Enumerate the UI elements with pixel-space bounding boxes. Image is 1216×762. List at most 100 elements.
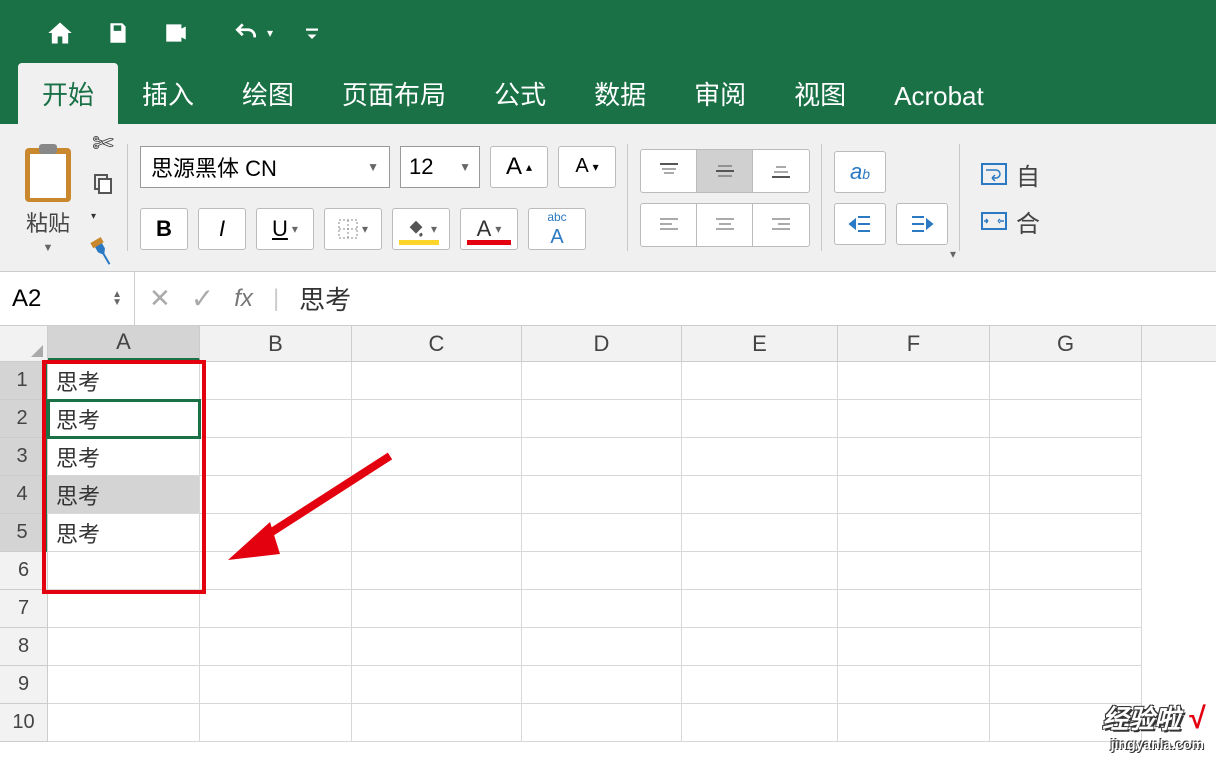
phonetic-button[interactable]: abc A (528, 208, 586, 250)
format-painter-icon[interactable] (84, 233, 122, 272)
undo-icon[interactable]: ▾ (229, 20, 273, 46)
cell-grid[interactable]: 思考 思考 思考 思考 思考 (48, 362, 1216, 742)
cell[interactable] (682, 362, 838, 400)
cell[interactable] (838, 438, 990, 476)
cell[interactable] (352, 362, 522, 400)
row-header-3[interactable]: 3 (0, 438, 47, 476)
cell[interactable] (200, 590, 352, 628)
merge-cells-button[interactable]: 合 (980, 204, 1040, 239)
row-header-9[interactable]: 9 (0, 666, 47, 704)
increase-font-button[interactable]: A▴ (490, 146, 548, 188)
tab-insert[interactable]: 插入 (118, 63, 218, 124)
col-header-D[interactable]: D (522, 326, 682, 361)
font-color-button[interactable]: A▾ (460, 208, 518, 250)
copy-icon[interactable]: ▾ (91, 171, 115, 226)
cell[interactable] (48, 628, 200, 666)
cell[interactable] (838, 514, 990, 552)
cut-icon[interactable]: ✄ (92, 128, 114, 159)
cell-A4[interactable]: 思考 (48, 476, 200, 514)
home-icon[interactable] (45, 19, 75, 47)
cell[interactable] (200, 438, 352, 476)
col-header-B[interactable]: B (200, 326, 352, 361)
align-bottom-button[interactable] (753, 150, 809, 192)
edit-icon[interactable] (161, 20, 191, 46)
col-header-C[interactable]: C (352, 326, 522, 361)
cell[interactable] (838, 400, 990, 438)
align-top-button[interactable] (641, 150, 697, 192)
align-left-button[interactable] (641, 204, 697, 246)
cell[interactable] (352, 552, 522, 590)
tab-draw[interactable]: 绘图 (218, 63, 318, 124)
cell[interactable] (352, 590, 522, 628)
cell[interactable] (48, 552, 200, 590)
underline-button[interactable]: U▾ (256, 208, 314, 250)
cell[interactable] (522, 552, 682, 590)
cell[interactable] (352, 704, 522, 742)
cell[interactable] (682, 514, 838, 552)
cell[interactable] (522, 476, 682, 514)
cell[interactable] (990, 438, 1142, 476)
font-size-select[interactable]: 12 ▼ (400, 146, 480, 188)
row-header-2[interactable]: 2 (0, 400, 47, 438)
row-header-6[interactable]: 6 (0, 552, 47, 590)
cell[interactable] (48, 590, 200, 628)
cell[interactable] (990, 476, 1142, 514)
tab-home[interactable]: 开始 (18, 63, 118, 124)
orientation-button[interactable]: ab ▾ (834, 151, 886, 193)
cell[interactable] (682, 628, 838, 666)
cell[interactable] (682, 666, 838, 704)
cell[interactable] (682, 476, 838, 514)
cell[interactable] (200, 362, 352, 400)
cell[interactable] (352, 514, 522, 552)
customize-qat-icon[interactable] (303, 24, 321, 42)
cell[interactable] (838, 666, 990, 704)
cell[interactable] (990, 400, 1142, 438)
cell[interactable] (352, 476, 522, 514)
col-header-F[interactable]: F (838, 326, 990, 361)
align-right-button[interactable] (753, 204, 809, 246)
cell[interactable] (682, 400, 838, 438)
cell[interactable] (522, 400, 682, 438)
formula-bar-value[interactable]: 思考 (299, 280, 351, 317)
cell[interactable] (682, 552, 838, 590)
cell-A2[interactable]: 思考 (48, 400, 200, 438)
row-header-8[interactable]: 8 (0, 628, 47, 666)
select-all-corner[interactable] (0, 326, 48, 361)
cell[interactable] (200, 514, 352, 552)
cell[interactable] (200, 704, 352, 742)
cell-A3[interactable]: 思考 (48, 438, 200, 476)
decrease-font-button[interactable]: A▾ (558, 146, 616, 188)
italic-button[interactable]: I (198, 208, 246, 250)
cell[interactable] (48, 704, 200, 742)
wrap-text-button[interactable]: 自 (980, 157, 1040, 192)
cell[interactable] (682, 704, 838, 742)
save-icon[interactable] (105, 20, 131, 46)
row-header-4[interactable]: 4 (0, 476, 47, 514)
cell[interactable] (682, 438, 838, 476)
tab-page-layout[interactable]: 页面布局 (318, 63, 470, 124)
decrease-indent-button[interactable] (834, 203, 886, 245)
cell[interactable] (48, 666, 200, 704)
enter-icon[interactable]: ✓ (191, 282, 214, 315)
cell[interactable] (990, 628, 1142, 666)
cell[interactable] (990, 590, 1142, 628)
cell[interactable] (352, 400, 522, 438)
cell[interactable] (522, 666, 682, 704)
cell[interactable] (838, 362, 990, 400)
tab-data[interactable]: 数据 (570, 63, 670, 124)
tab-review[interactable]: 审阅 (670, 63, 770, 124)
cell[interactable] (838, 476, 990, 514)
cell[interactable] (200, 400, 352, 438)
cell[interactable] (990, 514, 1142, 552)
row-header-1[interactable]: 1 (0, 362, 47, 400)
tab-view[interactable]: 视图 (770, 63, 870, 124)
row-header-7[interactable]: 7 (0, 590, 47, 628)
row-header-10[interactable]: 10 (0, 704, 47, 742)
cell[interactable] (352, 438, 522, 476)
tab-formulas[interactable]: 公式 (470, 63, 570, 124)
col-header-G[interactable]: G (990, 326, 1142, 361)
cell[interactable] (838, 552, 990, 590)
cell[interactable] (522, 362, 682, 400)
cell[interactable] (200, 666, 352, 704)
cell[interactable] (522, 628, 682, 666)
